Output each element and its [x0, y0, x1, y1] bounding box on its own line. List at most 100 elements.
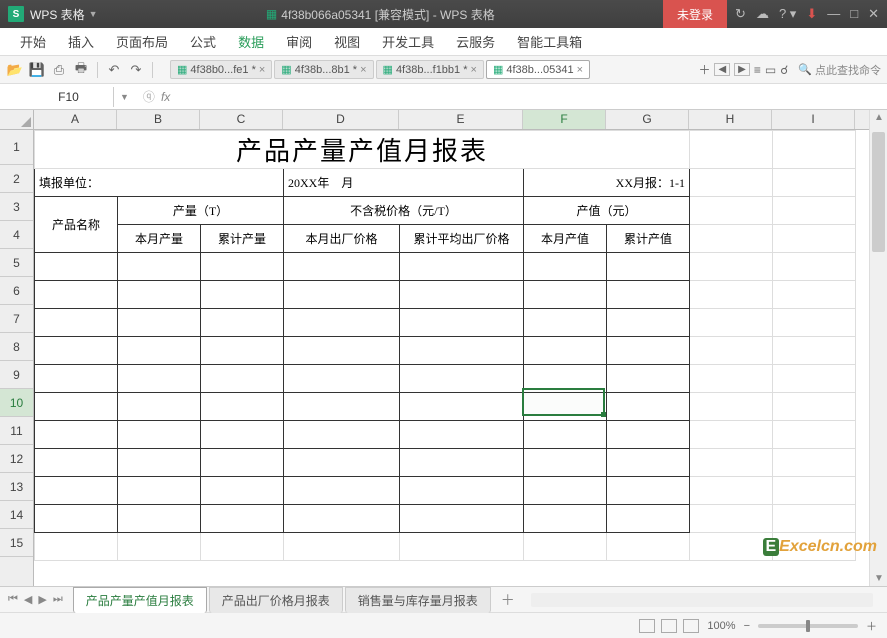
minimize-button[interactable]: —	[827, 6, 840, 22]
cloud-icon[interactable]: ☁	[756, 6, 769, 22]
view-page-icon[interactable]	[661, 619, 677, 633]
row-header-1[interactable]: 1	[0, 130, 33, 165]
sheet-last-icon[interactable]: ⏭	[51, 593, 65, 606]
sheet-first-icon[interactable]: ⏮	[6, 593, 20, 606]
search-icon: 🔍	[798, 63, 812, 76]
help-icon[interactable]: ? ▾	[779, 6, 796, 22]
row-header-13[interactable]: 13	[0, 473, 33, 501]
column-header-C[interactable]: C	[200, 110, 283, 129]
sheet-tab-3[interactable]: 销售量与库存量月报表	[345, 587, 491, 613]
row-header-4[interactable]: 4	[0, 221, 33, 249]
menu-formula[interactable]: 公式	[180, 28, 226, 55]
undo-icon[interactable]: ↶	[105, 61, 123, 79]
status-bar: 100% − ＋	[0, 612, 887, 638]
doc-tab-4[interactable]: ▦4f38b...05341×	[486, 60, 590, 79]
doc-tab-2[interactable]: ▦4f38b...8b1 *×	[274, 60, 373, 79]
window-icon[interactable]: ▭	[765, 63, 776, 77]
row-header-15[interactable]: 15	[0, 529, 33, 557]
row-header-14[interactable]: 14	[0, 501, 33, 529]
sync-icon[interactable]: ↻	[735, 6, 746, 22]
menu-start[interactable]: 开始	[10, 28, 56, 55]
row-header-9[interactable]: 9	[0, 361, 33, 389]
menu-smart[interactable]: 智能工具箱	[507, 28, 592, 55]
sheet-tab-2[interactable]: 产品出厂价格月报表	[209, 587, 343, 613]
sheet-next-icon[interactable]: ▶	[36, 593, 48, 606]
row-header-5[interactable]: 5	[0, 249, 33, 277]
tab-prev-icon[interactable]: ◀	[714, 63, 730, 76]
menu-data[interactable]: 数据	[228, 28, 274, 55]
vertical-scrollbar[interactable]: ▲ ▼	[869, 110, 887, 586]
row-header-8[interactable]: 8	[0, 333, 33, 361]
doc-tab-1[interactable]: ▦4f38b0...fe1 *×	[170, 60, 272, 79]
zoom-label[interactable]: 100%	[707, 620, 735, 632]
command-search[interactable]: 🔍 点此查找命令	[798, 62, 881, 78]
separator	[97, 62, 98, 78]
menu-dev[interactable]: 开发工具	[372, 28, 444, 55]
menu-cloud[interactable]: 云服务	[446, 28, 505, 55]
new-tab-icon[interactable]: ＋	[698, 61, 710, 78]
column-header-D[interactable]: D	[283, 110, 399, 129]
column-header-B[interactable]: B	[117, 110, 200, 129]
column-header-F[interactable]: F	[523, 110, 606, 129]
zoom-slider-knob[interactable]	[806, 620, 810, 632]
print-icon[interactable]: 🖶	[72, 61, 90, 79]
row-header-3[interactable]: 3	[0, 193, 33, 221]
tab-list-icon[interactable]: ≡	[754, 63, 761, 77]
system-icons: ↻ ☁ ? ▾ ⬇ — □ ✕	[735, 6, 879, 22]
print-preview-icon[interactable]: ⎙	[50, 61, 68, 79]
menu-review[interactable]: 审阅	[276, 28, 322, 55]
menu-layout[interactable]: 页面布局	[106, 28, 178, 55]
row-header-7[interactable]: 7	[0, 305, 33, 333]
formula-input[interactable]	[178, 87, 887, 107]
sheet-prev-icon[interactable]: ◀	[22, 593, 34, 606]
row-header-10[interactable]: 10	[0, 389, 33, 417]
scroll-down-icon[interactable]: ▼	[874, 573, 884, 584]
scroll-up-icon[interactable]: ▲	[874, 112, 884, 123]
maximize-button[interactable]: □	[850, 6, 858, 22]
close-tab-icon[interactable]: ×	[360, 64, 366, 76]
cell-reference-box[interactable]: F10	[24, 87, 114, 107]
close-tab-icon[interactable]: ×	[577, 64, 583, 76]
doc-tab-3[interactable]: ▦4f38b...f1bb1 *×	[376, 60, 484, 79]
view-normal-icon[interactable]	[639, 619, 655, 633]
column-header-H[interactable]: H	[689, 110, 772, 129]
zoom-in-button[interactable]: ＋	[866, 618, 877, 634]
column-header-G[interactable]: G	[606, 110, 689, 129]
menu-view[interactable]: 视图	[324, 28, 370, 55]
title-bar: S WPS 表格 ▼ ▦ 4f38b066a05341 [兼容模式] - WPS…	[0, 0, 887, 28]
close-tab-icon[interactable]: ×	[471, 64, 477, 76]
download-icon[interactable]: ⬇	[806, 6, 817, 22]
column-header-A[interactable]: A	[34, 110, 117, 129]
close-tab-icon[interactable]: ×	[259, 64, 265, 76]
app-menu-dropdown-icon[interactable]: ▼	[89, 9, 98, 19]
open-icon[interactable]: 📂	[6, 61, 24, 79]
zoom-out-button[interactable]: −	[744, 620, 750, 632]
sheet-tab-1[interactable]: 产品产量产值月报表	[73, 587, 207, 613]
fx-label[interactable]: fx	[161, 90, 170, 104]
tab-next-icon[interactable]: ▶	[734, 63, 750, 76]
select-all-corner[interactable]	[0, 110, 34, 130]
row-header-12[interactable]: 12	[0, 445, 33, 473]
row-header-6[interactable]: 6	[0, 277, 33, 305]
column-header-I[interactable]: I	[772, 110, 855, 129]
zoom-slider[interactable]	[758, 624, 858, 628]
name-box-dropdown-icon[interactable]: ▼	[114, 92, 135, 102]
save-icon[interactable]: 💾	[28, 61, 46, 79]
app-name: WPS 表格	[30, 6, 85, 23]
horizontal-scrollbar[interactable]	[531, 593, 873, 607]
sheet-icon: ▦	[493, 63, 503, 76]
fx-search-icon[interactable]: ⓠ	[143, 88, 155, 105]
redo-icon[interactable]: ↷	[127, 61, 145, 79]
sheet-tab-bar: ⏮ ◀ ▶ ⏭ 产品产量产值月报表 产品出厂价格月报表 销售量与库存量月报表 ＋	[0, 586, 887, 612]
view-break-icon[interactable]	[683, 619, 699, 633]
add-sheet-button[interactable]: ＋	[493, 588, 523, 612]
scrollbar-thumb[interactable]	[872, 132, 885, 252]
tool-search-icon[interactable]: ☌	[780, 63, 788, 77]
column-header-E[interactable]: E	[399, 110, 523, 129]
row-header-2[interactable]: 2	[0, 165, 33, 193]
row-header-11[interactable]: 11	[0, 417, 33, 445]
menu-insert[interactable]: 插入	[58, 28, 104, 55]
close-button[interactable]: ✕	[868, 6, 879, 22]
cells-area[interactable]: 产品产量产值月报表填报单位：20XX年 月XX月报：1-1产品名称产量（T）不含…	[34, 130, 869, 586]
login-button[interactable]: 未登录	[663, 0, 727, 28]
